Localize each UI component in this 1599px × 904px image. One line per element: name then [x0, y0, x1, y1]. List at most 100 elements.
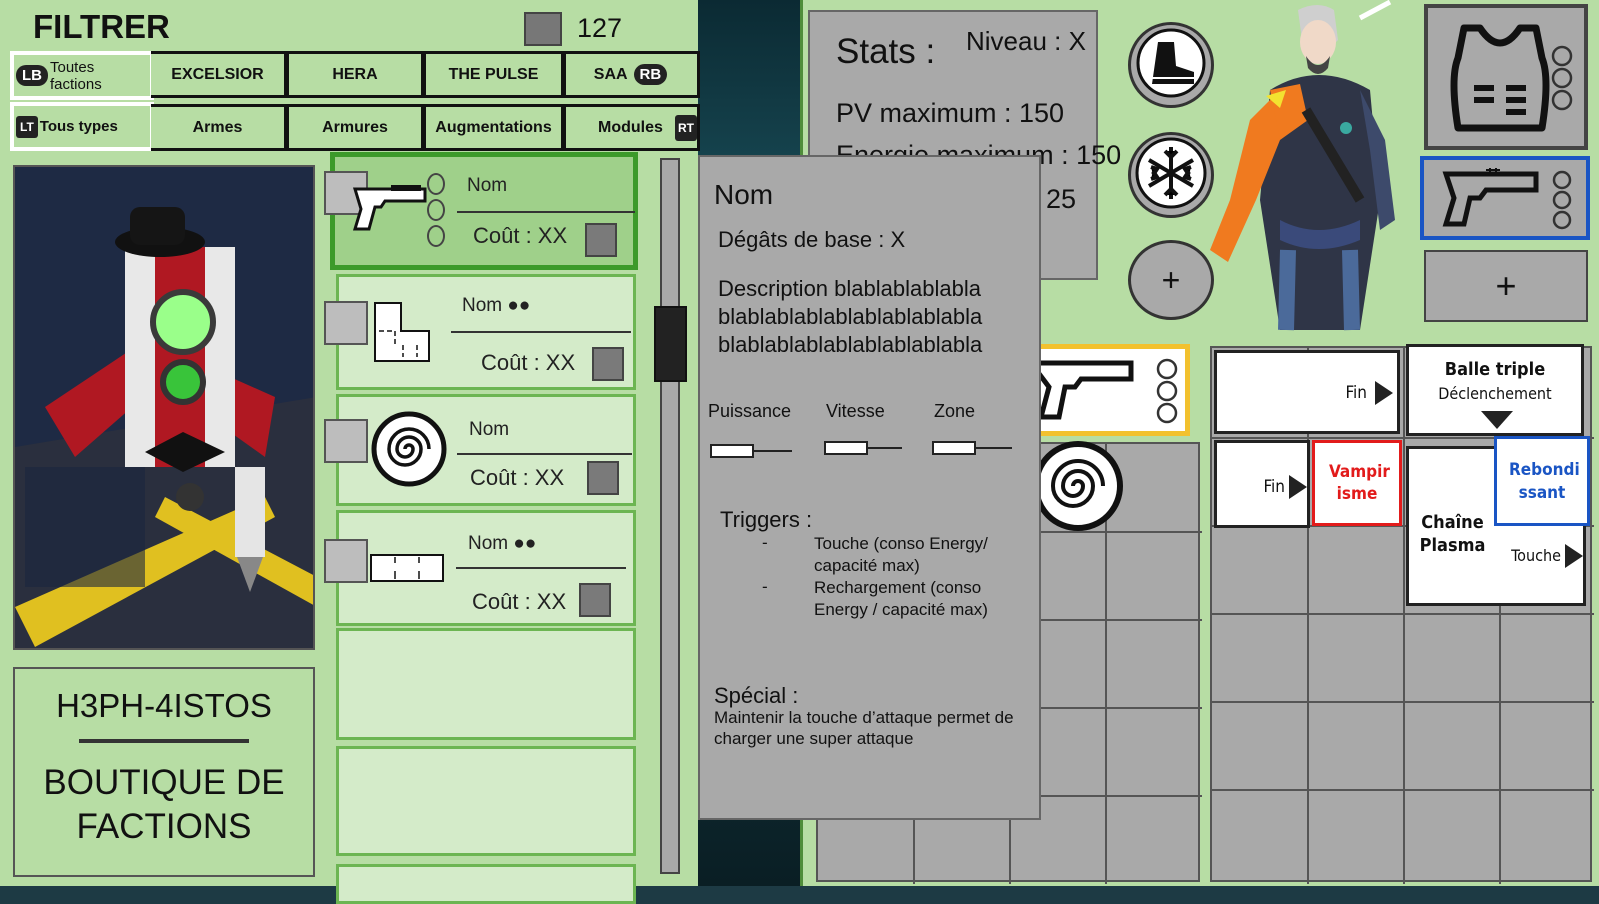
module-card-bouncing[interactable]: Rebondi ssant	[1494, 436, 1590, 526]
item-card-empty[interactable]	[336, 628, 636, 740]
item-card[interactable]: Nom ●● Coût : XX	[324, 274, 636, 390]
power-label: Puissance	[708, 401, 792, 421]
upgrade-slot	[427, 199, 445, 221]
tooltip-name: Nom	[714, 179, 774, 210]
tab-armors[interactable]: Armures	[286, 104, 424, 151]
module-card-touch[interactable]: Touche	[1494, 520, 1586, 606]
character-portrait	[1210, 0, 1410, 340]
vendor-portrait	[13, 165, 315, 650]
shape-icon	[373, 301, 433, 370]
item-name: Nom ●●	[462, 295, 531, 316]
snowflake-icon	[1135, 137, 1207, 214]
item-cost: Coût : XX	[472, 589, 567, 614]
freeze-slot[interactable]	[1128, 132, 1214, 218]
tab-label: HERA	[332, 65, 378, 83]
item-divider	[457, 211, 635, 213]
shop-name-box: H3PH-4ISTOS BOUTIQUE DE FACTIONS	[13, 667, 315, 877]
item-divider	[451, 331, 631, 333]
module-card-vampirism[interactable]: Vampir isme	[1312, 440, 1402, 526]
tab-label: Armures	[322, 118, 388, 136]
zone-label: Zone	[934, 401, 976, 421]
plus-icon: +	[1495, 265, 1517, 306]
tab-label: Armes	[192, 118, 243, 136]
equipped-weapon-slot[interactable]	[1020, 344, 1190, 436]
spiral-icon	[1032, 440, 1124, 537]
item-card[interactable]: Nom ●● Coût : XX	[324, 510, 636, 626]
weapon-slot-selected[interactable]	[1420, 156, 1590, 240]
filter-count-box	[524, 12, 562, 46]
upgrade-slot	[427, 173, 445, 195]
tab-weapons[interactable]: Armes	[151, 104, 287, 151]
tab-the-pulse[interactable]: THE PULSE	[423, 51, 564, 98]
tab-all-types[interactable]: LT Tous types	[10, 102, 154, 151]
item-count: 127	[577, 13, 623, 43]
module-card-end[interactable]: Fin	[1214, 440, 1310, 528]
scrollbar-thumb[interactable]	[654, 306, 687, 382]
pistol-icon	[351, 183, 433, 240]
tab-saa[interactable]: SAA RB	[563, 51, 700, 98]
module-label: Fin	[1345, 383, 1367, 403]
stat-value-partial: 25	[1046, 184, 1077, 214]
item-card-empty[interactable]	[336, 746, 636, 856]
speed-gauge	[824, 441, 902, 455]
item-cost: Coût : XX	[481, 350, 576, 375]
item-card[interactable]: Nom Coût : XX	[324, 394, 636, 506]
pistol-icon	[1025, 355, 1185, 434]
tooltip-damage: Dégâts de base : X	[718, 227, 906, 252]
upgrade-slot	[427, 225, 445, 247]
module-title: Balle triple	[1444, 359, 1546, 380]
module-card-triple-shot[interactable]: Balle triple Déclenchement	[1406, 344, 1584, 436]
max-hp-text: PV maximum : 150	[836, 98, 1065, 128]
item-name: Nom ●●	[468, 533, 537, 554]
shop-name-line2: FACTIONS	[76, 807, 252, 846]
speed-label: Vitesse	[826, 401, 885, 421]
shop-panel: FILTRER 127 LB Toutes factions EXCELSIOR…	[0, 0, 700, 904]
add-ability-button[interactable]: +	[1128, 240, 1214, 320]
module-title: Rebondi ssant	[1509, 460, 1580, 503]
tab-augmentations[interactable]: Augmentations	[423, 104, 564, 151]
cost-currency-icon	[587, 461, 619, 495]
trigger-bullet: -	[762, 533, 768, 552]
boot-icon	[1136, 28, 1206, 103]
plus-icon: +	[1161, 261, 1181, 298]
tab-all-factions[interactable]: LB Toutes factions	[10, 51, 154, 100]
item-card-selected[interactable]: Nom Coût : XX	[324, 152, 638, 270]
cost-currency-icon	[585, 223, 617, 257]
tooltip-desc: Description blablablablabla blablablabla…	[718, 275, 982, 359]
item-name: Nom	[469, 419, 510, 440]
item-tooltip: Nom Dégâts de base : X Description blabl…	[698, 155, 1041, 820]
trigger-text: Rechargement (conso Energy / capacité ma…	[814, 578, 988, 619]
tab-label: Tous types	[39, 118, 118, 135]
output-arrow-icon	[1375, 381, 1393, 405]
tab-modules[interactable]: Modules RT	[563, 104, 700, 151]
module-card-plasma-chain[interactable]: Chaîne Plasma	[1406, 446, 1496, 606]
tab-label: Toutes factions	[50, 58, 102, 93]
tab-excelsior[interactable]: EXCELSIOR	[151, 51, 287, 98]
output-arrow-icon	[1565, 544, 1583, 568]
armor-slot[interactable]	[1424, 4, 1588, 150]
rt-button-icon: RT	[675, 114, 697, 141]
tab-label: THE PULSE	[448, 65, 539, 83]
desc-line: blablablablablablablablabla	[718, 304, 983, 329]
add-slot-button[interactable]: +	[1424, 250, 1588, 322]
desc-line: blablablablablablablablabla	[718, 332, 983, 357]
lb-button-icon: LB	[16, 65, 48, 86]
module-subtitle: Déclenchement	[1438, 384, 1552, 403]
item-cost: Coût : XX	[470, 465, 565, 490]
special-title: Spécial :	[714, 683, 799, 708]
item-card-empty[interactable]	[336, 864, 636, 904]
item-slot	[324, 301, 368, 345]
lt-button-icon: LT	[16, 115, 38, 138]
cost-currency-icon	[592, 347, 624, 381]
item-slot	[324, 539, 368, 583]
scrollbar-track[interactable]	[660, 158, 680, 874]
boot-slot[interactable]	[1128, 22, 1214, 108]
cost-currency-icon	[579, 583, 611, 617]
output-arrow-icon	[1481, 411, 1513, 429]
module-title: Chaîne Plasma	[1419, 512, 1486, 556]
tab-hera[interactable]: HERA	[286, 51, 424, 98]
trigger-text: Touche (conso Energy/ capacité max)	[814, 534, 988, 575]
module-card-end[interactable]: Fin	[1214, 350, 1400, 434]
power-gauge	[710, 444, 792, 458]
tab-label: SAA	[593, 65, 628, 83]
